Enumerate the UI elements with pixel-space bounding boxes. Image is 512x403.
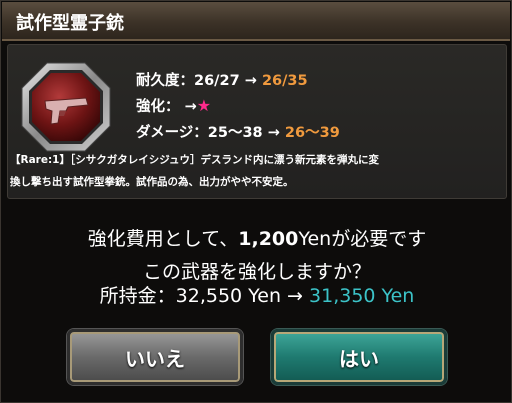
durability-label: 耐久度： <box>136 73 194 89</box>
enhance-row: 強化： →★ <box>136 95 211 116</box>
weapon-info-panel: 耐久度：26/27 → 26/35 強化： →★ ダメージ：25〜38 → 26… <box>7 44 507 199</box>
dialog-title-bar: 試作型霊子銃 <box>2 2 510 41</box>
no-button[interactable]: いいえ <box>67 329 243 385</box>
enhance-label: 強化： <box>136 99 180 115</box>
money-after: 31,350 Yen <box>309 285 415 307</box>
description-line-2: 換し撃ち出す試作型拳銃。試作品の為、出力がやや不安定。 <box>10 176 294 188</box>
yes-button-label: はい <box>339 346 379 371</box>
star-icon: ★ <box>196 96 212 115</box>
confirm-question: この武器を強化しますか？ <box>142 261 371 283</box>
durability-new: 26/35 <box>261 73 308 89</box>
arrow-icon: → <box>287 285 303 307</box>
yes-button[interactable]: はい <box>271 329 447 385</box>
damage-current: 25〜38 <box>207 125 263 141</box>
pistol-icon <box>21 62 111 152</box>
damage-row: ダメージ：25〜38 → 26〜39 <box>136 121 340 142</box>
durability-row: 耐久度：26/27 → 26/35 <box>136 69 308 90</box>
cost-message: 強化費用として、1,200Yenが必要です <box>1 224 512 251</box>
cost-suffix: Yenが必要です <box>298 228 427 250</box>
dialog-title: 試作型霊子銃 <box>16 13 124 34</box>
arrow-icon: → <box>267 125 280 141</box>
money-label: 所持金： <box>99 285 176 307</box>
damage-new: 26〜39 <box>284 125 340 141</box>
description-line-1: 【Rare:1】［シサクガタレイシジュウ］デスランド内に漂う新元素を弾丸に変 <box>10 154 379 166</box>
enhance-dialog: 試作型霊子銃 耐久度：26/27 → 26/35 強化： →★ ダメージ：25〜… <box>0 0 512 403</box>
cost-prefix: 強化費用として、 <box>87 228 239 250</box>
arrow-icon: → <box>184 99 197 115</box>
durability-current: 26/27 <box>194 73 240 89</box>
cost-amount: 1,200 <box>238 228 299 250</box>
money-row: 所持金：32,550 Yen → 31,350 Yen <box>1 281 512 308</box>
damage-label: ダメージ： <box>136 125 208 141</box>
no-button-label: いいえ <box>125 346 185 371</box>
weapon-description: 【Rare:1】［シサクガタレイシジュウ］デスランド内に漂う新元素を弾丸に変 換… <box>10 149 490 193</box>
money-current: 32,550 Yen <box>175 285 281 307</box>
arrow-icon: → <box>244 73 257 89</box>
